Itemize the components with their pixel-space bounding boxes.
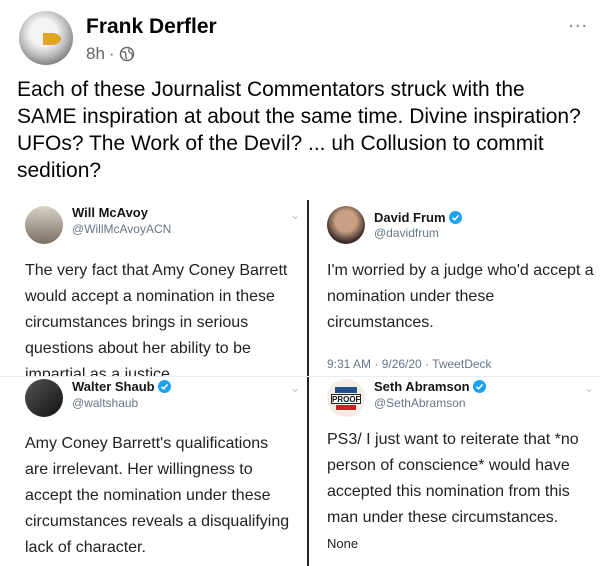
tweet-text: Amy Coney Barrett's qualifications are i… [25, 435, 290, 556]
verified-badge-icon [448, 211, 462, 224]
tweet-text: I'm worried by a judge who'd accept a no… [327, 262, 594, 331]
tweet-handle: @davidfrum [374, 226, 439, 240]
tweet-text: PS3/ I just want to reiterate that *no p… [327, 431, 579, 526]
chevron-down-icon: ⌄ [584, 381, 595, 395]
more-options-icon[interactable]: ... [568, 10, 588, 33]
tweet-david-frum: David Frum @davidfrum I'm worried by a j… [309, 200, 600, 376]
embedded-tweets-image: Will McAvoy @WillMcAvoyACN ⌄ The very fa… [0, 200, 600, 566]
verified-badge-icon [472, 380, 486, 393]
tweet-avatar [25, 206, 63, 244]
tweet-handle: @waltshaub [72, 396, 139, 410]
post-time[interactable]: 8h [86, 44, 105, 64]
post-text: Each of these Journalist Commentators st… [17, 78, 581, 182]
tweet-walter-shaub: Walter Shaub @waltshaub ⌄ Amy Coney Barr… [0, 377, 306, 566]
tweet-avatar [25, 379, 63, 417]
tweet-timestamp: 9:31 AM · 9/26/20 · TweetDeck [327, 357, 492, 371]
tweet-text: The very fact that Amy Coney Barrett wou… [25, 262, 288, 376]
post-meta: 8h · [86, 44, 135, 64]
tweet-handle: @WillMcAvoyACN [72, 222, 172, 236]
globe-icon [119, 46, 134, 62]
tweet-avatar [327, 206, 365, 244]
tweet-author-name: Seth Abramson [374, 379, 486, 394]
tweet-will-mcavoy: Will McAvoy @WillMcAvoyACN ⌄ The very fa… [0, 200, 306, 376]
tweet-handle: @SethAbramson [374, 396, 466, 410]
verified-badge-icon [157, 380, 171, 393]
chevron-down-icon: ⌄ [290, 208, 301, 222]
chevron-down-icon: ⌄ [290, 381, 301, 395]
author-name[interactable]: Frank Derfler [86, 15, 217, 39]
proof-logo-avatar: PROOF [327, 379, 365, 417]
tweet-author-name: David Frum [374, 210, 462, 225]
tweet-author-name: Walter Shaub [72, 379, 171, 394]
author-avatar[interactable] [19, 11, 73, 65]
tweet-seth-abramson: PROOF Seth Abramson @SethAbramson ⌄ PS3/… [309, 377, 600, 566]
meta-separator: · [108, 44, 115, 63]
tweet-author-name: Will McAvoy [72, 205, 148, 220]
tweet-tail-text: None [327, 536, 359, 551]
post-header: Frank Derfler 8h · ... [0, 0, 600, 72]
